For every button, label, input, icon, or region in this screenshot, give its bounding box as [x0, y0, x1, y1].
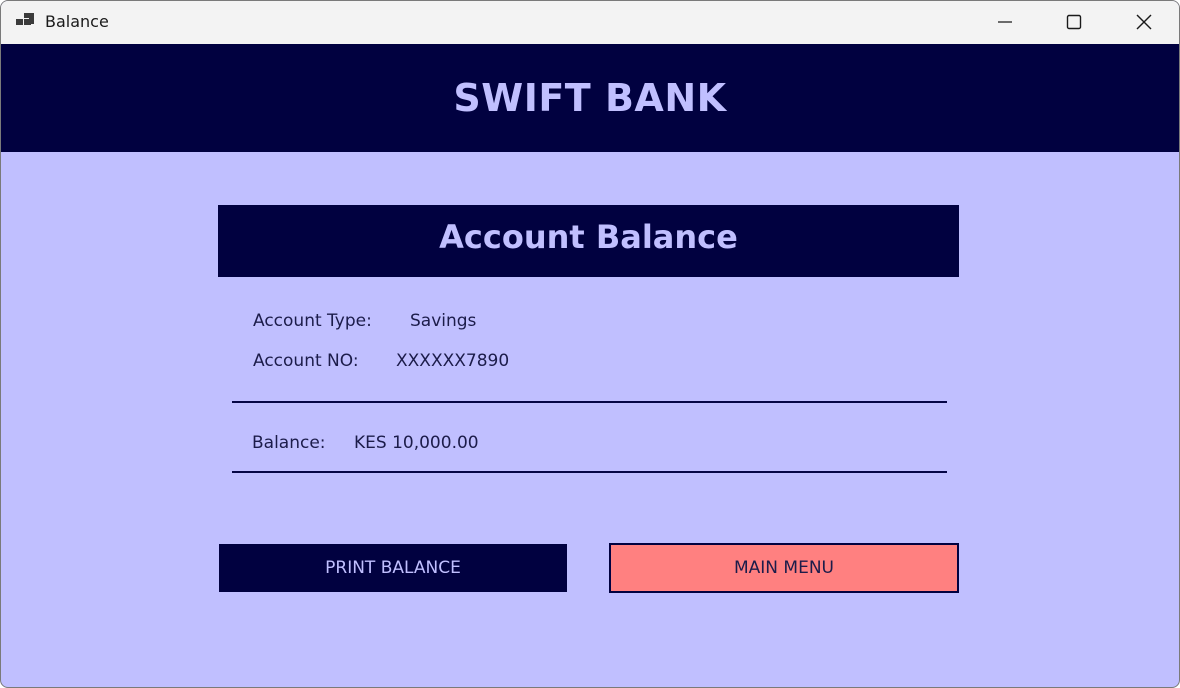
minimize-icon: [998, 21, 1012, 23]
section-title: Account Balance: [439, 218, 738, 256]
account-number-value: XXXXXX7890: [396, 351, 510, 371]
divider: [232, 401, 947, 403]
section-title-bar: Account Balance: [218, 205, 959, 277]
balance-window: Balance SWIFT BANK Account Balance Accou…: [0, 0, 1180, 688]
account-type-value: Savings: [410, 311, 477, 331]
window-title: Balance: [45, 12, 109, 31]
account-type-label: Account Type:: [253, 311, 372, 331]
title-bar[interactable]: Balance: [1, 1, 1179, 44]
close-icon: [1136, 14, 1152, 30]
balance-value: KES 10,000.00: [354, 433, 479, 453]
app-window-icon: [16, 13, 34, 29]
account-number-label: Account NO:: [253, 351, 359, 371]
print-balance-button[interactable]: PRINT BALANCE: [219, 544, 567, 592]
balance-label: Balance:: [252, 433, 326, 453]
bank-header: SWIFT BANK: [1, 44, 1179, 152]
close-button[interactable]: [1109, 1, 1179, 44]
minimize-button[interactable]: [970, 1, 1040, 44]
divider: [232, 471, 947, 473]
main-menu-button[interactable]: MAIN MENU: [609, 543, 959, 593]
bank-name: SWIFT BANK: [453, 76, 727, 120]
maximize-button[interactable]: [1039, 1, 1109, 44]
maximize-icon: [1066, 14, 1082, 30]
